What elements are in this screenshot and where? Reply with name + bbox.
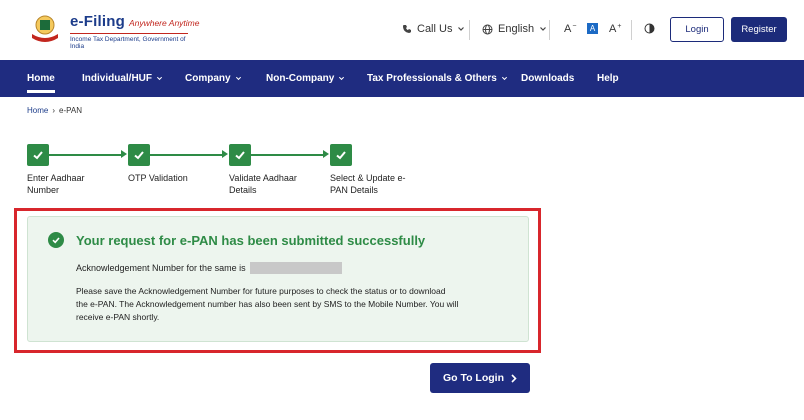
chevron-down-icon: [339, 76, 345, 81]
acknowledgement-text: Acknowledgement Number for the same is: [76, 263, 246, 273]
step-1-complete: [27, 144, 49, 166]
nav-item-non-company[interactable]: Non-Company: [266, 60, 345, 97]
call-us-dropdown[interactable]: Call Us: [402, 23, 465, 35]
step-label-line: Number: [27, 185, 60, 195]
nav-item-downloads[interactable]: Downloads: [521, 60, 574, 97]
nav-item-help[interactable]: Help: [597, 60, 619, 97]
nav-item-label: Downloads: [521, 73, 575, 84]
info-line: Please save the Acknowledgement Number f…: [76, 286, 446, 296]
emblem-logo-icon[interactable]: [28, 12, 62, 46]
nav-item-individual-huf[interactable]: Individual/HUF: [82, 60, 163, 97]
font-decrease-label: A: [564, 23, 572, 35]
step-4-complete: [330, 144, 352, 166]
brand-subtitle: Income Tax Department, Government of Ind…: [70, 33, 188, 50]
success-check-icon: [48, 232, 64, 248]
acknowledgement-line: Acknowledgement Number for the same is: [76, 262, 342, 274]
font-default-button[interactable]: A: [587, 23, 598, 34]
checkmark-icon: [235, 151, 245, 160]
divider: [549, 20, 550, 40]
step-connector: [49, 154, 121, 156]
step-2-label: OTP Validation: [128, 172, 188, 184]
step-connector: [251, 154, 323, 156]
step-label-line: Details: [229, 185, 257, 195]
main-nav: Home Individual/HUF Company Non-Company …: [0, 60, 804, 97]
font-decrease-button[interactable]: A −: [564, 23, 576, 36]
phone-icon: [403, 25, 411, 33]
nav-item-company[interactable]: Company: [185, 60, 242, 97]
language-dropdown[interactable]: English: [482, 23, 547, 35]
nav-item-label: Non-Company: [266, 73, 335, 84]
login-button[interactable]: Login: [670, 17, 724, 42]
breadcrumb: Home › e-PAN: [27, 106, 82, 115]
go-to-login-label: Go To Login: [442, 372, 505, 384]
step-label-line: Select & Update e-: [330, 173, 406, 183]
font-increase-label: A: [609, 23, 617, 35]
info-line: the e-PAN. The Acknowledgement number ha…: [76, 299, 459, 309]
nav-item-label: Help: [597, 73, 619, 84]
step-2-complete: [128, 144, 150, 166]
call-us-label: Call Us: [417, 23, 453, 35]
nav-item-home[interactable]: Home: [27, 60, 55, 97]
step-label-line: PAN Details: [330, 185, 378, 195]
go-to-login-button[interactable]: Go To Login: [430, 363, 530, 393]
step-1-label: Enter Aadhaar Number: [27, 172, 85, 196]
checkmark-icon: [33, 151, 43, 160]
brand-name: e-Filing: [70, 13, 125, 30]
step-4-label: Select & Update e- PAN Details: [330, 172, 406, 196]
brand-tagline: Anywhere Anytime: [128, 18, 200, 28]
globe-icon: [482, 24, 493, 34]
breadcrumb-current: e-PAN: [59, 106, 82, 115]
step-connector: [150, 154, 222, 156]
success-title: Your request for e-PAN has been submitte…: [76, 233, 426, 248]
chevron-down-icon: [540, 27, 547, 31]
step-label-line: Validate Aadhaar: [229, 173, 297, 183]
chevron-down-icon: [156, 76, 163, 81]
step-label-line: Enter Aadhaar: [27, 173, 85, 183]
checkmark-icon: [336, 151, 346, 160]
step-3-label: Validate Aadhaar Details: [229, 172, 297, 196]
acknowledgement-number-redacted: [249, 262, 342, 274]
nav-item-label: Company: [185, 73, 231, 84]
divider: [469, 20, 470, 40]
divider: [631, 20, 632, 40]
info-paragraph: Please save the Acknowledgement Number f…: [76, 285, 506, 324]
checkmark-icon: [134, 151, 144, 160]
nav-item-label: Home: [27, 73, 55, 84]
site-header: e-Filing Anywhere Anytime Income Tax Dep…: [0, 0, 804, 60]
breadcrumb-separator: ›: [52, 106, 56, 115]
step-3-complete: [229, 144, 251, 166]
nav-item-tax-professionals[interactable]: Tax Professionals & Others: [367, 60, 508, 97]
arrow-right-icon: [121, 150, 127, 158]
breadcrumb-home-link[interactable]: Home: [27, 106, 48, 115]
chevron-down-icon: [235, 76, 241, 81]
font-default-label: A: [587, 23, 598, 34]
chevron-down-icon: [501, 76, 507, 81]
arrow-right-icon: [222, 150, 228, 158]
info-line: receive e-PAN shortly.: [76, 312, 160, 322]
brand-wordmark[interactable]: e-Filing Anywhere Anytime Income Tax Dep…: [70, 13, 200, 50]
contrast-icon: [644, 23, 655, 34]
nav-item-label: Individual/HUF: [82, 73, 152, 84]
step-label-line: OTP Validation: [128, 173, 188, 183]
nav-item-label: Tax Professionals & Others: [367, 73, 497, 84]
arrow-right-icon: [323, 150, 329, 158]
register-button[interactable]: Register: [731, 17, 787, 42]
contrast-toggle[interactable]: [644, 23, 655, 34]
chevron-right-icon: [511, 373, 517, 383]
font-increase-button[interactable]: A +: [609, 23, 621, 36]
chevron-down-icon: [458, 27, 465, 31]
language-label: English: [498, 23, 535, 35]
